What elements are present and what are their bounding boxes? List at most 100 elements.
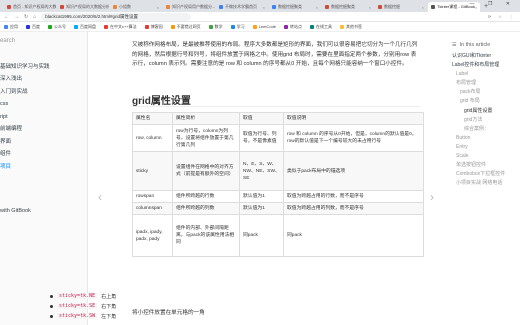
toc-item[interactable]: 综合案例：	[440, 125, 520, 134]
table-cell: 取值为跨越占用的列数，而不是序号	[283, 202, 424, 215]
bookmark-item[interactable]: 公众号	[48, 24, 66, 30]
toc-item[interactable]: Label控件和布局管理	[440, 61, 520, 70]
bookmark-item[interactable]: 学习	[230, 24, 245, 30]
table-cell: 组件所跨越的行数	[172, 190, 240, 203]
toc-item[interactable]: grid方法	[440, 116, 520, 125]
gitbook-footer-link[interactable]: with GitBook	[0, 208, 31, 214]
table-of-contents: ☰ In this article 认识GUI和Tkinter Label控件和布局…	[440, 32, 520, 325]
sidebar-item[interactable]: 深入浅出	[0, 73, 87, 86]
table-cell: 同pack	[239, 214, 284, 257]
bookmark-label: 不要错过网页	[176, 23, 201, 29]
bookmark-label: 在中文c++算法	[110, 23, 137, 29]
table-header-cell: 取值说明	[283, 112, 424, 125]
toc-item[interactable]: 单选按钮控件	[440, 161, 520, 170]
sidebar-item[interactable]: ript	[0, 111, 87, 124]
table-cell: rowspan	[132, 190, 173, 203]
table-header-cell: 属性名	[132, 112, 173, 125]
table-row: sticky 设置组件在网格中的对齐方式（前提是有额外的空间） N、E、S、W、…	[132, 151, 424, 191]
sidebar-search[interactable]: earch	[0, 32, 87, 48]
window-controls[interactable]: — ❐ ✕	[470, 1, 516, 7]
sidebar-item[interactable]: 基础知识学习与实践	[0, 61, 87, 74]
bookmark-favicon-icon	[104, 24, 108, 29]
inline-code: sticky=tk.SW	[57, 313, 98, 319]
sidebar-item[interactable]: 项目	[0, 161, 87, 174]
sidebar-item[interactable]: 前端编程	[0, 123, 87, 136]
sidebar-item[interactable]: 入门到实战	[0, 86, 87, 99]
bookmark-item[interactable]: 应用	[4, 24, 18, 30]
bookmark-item[interactable]: 博客园	[144, 24, 163, 30]
table-row: rowspan 组件所跨越的行数 默认值为1 取值为跨越占用的行数，而不是序号	[132, 190, 424, 203]
tab-close-icon[interactable]: ×	[263, 5, 265, 10]
toc-item[interactable]: 小项目实战 网络电话	[440, 179, 520, 188]
back-icon[interactable]: ←	[4, 14, 9, 20]
tab-favicon-icon	[113, 5, 117, 9]
browser-tab-strip: 首页 - 知识产权局的大数据分析...×知识产权局的大数据分析×小组数×知识产权…	[0, 0, 520, 12]
browser-tab[interactable]: 首页 - 知识产权局的大数据分析...×	[4, 2, 56, 12]
toc-item[interactable]: Scale	[440, 152, 520, 161]
bookmark-item[interactable]: 在中文c++算法	[104, 24, 137, 30]
toc-item[interactable]: Button	[440, 134, 520, 143]
browser-tab[interactable]: 数据挖掘 ×	[375, 2, 427, 12]
bookmark-label: 百度	[32, 23, 40, 29]
bookmark-item[interactable]: 数学	[208, 24, 223, 30]
toc-item[interactable]: grid 布局	[440, 97, 520, 106]
tab-close-icon[interactable]: ×	[316, 5, 318, 10]
url-field[interactable]: blackcat1995.com/2020/6/2.html#grid属性设置	[41, 12, 192, 21]
bullet-icon	[50, 314, 53, 318]
tab-label: 知识产权局的大数据分析	[66, 4, 109, 9]
toc-item[interactable]: grid属性设置	[440, 107, 520, 116]
sidebar-item[interactable]: css	[0, 98, 87, 111]
tab-favicon-icon	[378, 5, 382, 9]
table-cell: 取值为跨越占用的行数，而不是序号	[283, 190, 424, 203]
bookmark-item[interactable]: 百度	[26, 24, 40, 30]
tab-close-icon[interactable]: ×	[422, 5, 424, 10]
bookmark-item[interactable]: 其他书签	[340, 24, 362, 30]
browser-tab[interactable]: 不做技术学霸首页 ×	[216, 2, 268, 12]
bookmarks-bar: 应用 百度 公众号 百度网盘 在中文c++算法 博客园 不要错过网页 数学 学习 LeetCode…	[0, 22, 520, 32]
toc-item[interactable]: 认识GUI和Tkinter	[440, 52, 520, 61]
bookmark-item[interactable]: 不要错过网页	[170, 23, 201, 30]
toc-item[interactable]: 布局管理	[440, 79, 520, 88]
forward-icon[interactable]: →	[14, 14, 19, 20]
bookmark-item[interactable]: LeetCode	[252, 24, 276, 29]
browser-tab[interactable]: 数据挖掘聚类 ×	[322, 2, 374, 12]
toc-item[interactable]: Entry	[440, 143, 520, 152]
browser-tab[interactable]: 知识产权局的大数据分析×	[57, 2, 109, 12]
browser-actions[interactable]: ⟳ ☆ ⋮	[488, 14, 516, 19]
bookmark-favicon-icon	[310, 24, 315, 29]
browser-tab[interactable]: 知识产权局用户数据分...×	[163, 2, 215, 12]
toc-item[interactable]: Label	[440, 70, 520, 79]
reload-icon[interactable]: ↻	[24, 14, 28, 20]
table-cell: sticky	[132, 151, 173, 191]
corner-placement-text: 将小控件放置在单元格的一角	[132, 310, 205, 316]
bookmark-item[interactable]: 转站点	[284, 24, 302, 30]
table-row: columnspan 组件所跨越的列数 默认值为1 取值为跨越占用的列数，而不是…	[132, 202, 424, 215]
sidebar-item[interactable]	[0, 48, 87, 61]
bookmark-item[interactable]: 在线工具	[310, 24, 332, 30]
article-content: 又被称作网格布局，是最被推荐使用的布局。程序大多数都是矩形的界面，我们可以很容易…	[88, 32, 440, 325]
tab-label: 数据挖掘	[384, 4, 400, 9]
tab-label: 不做技术学霸首页	[225, 4, 257, 9]
browser-tab[interactable]: 数据挖掘聚类 ×	[269, 2, 321, 12]
browser-tab[interactable]: 小组数 ×	[110, 2, 162, 12]
bookmark-favicon-icon	[284, 24, 289, 29]
bookmark-item[interactable]: 百度网盘	[74, 24, 96, 30]
tab-close-icon[interactable]: ×	[157, 5, 159, 10]
toc-item[interactable]: Combobox下拉框控件	[440, 170, 520, 179]
sidebar-item[interactable]: 界面	[0, 136, 87, 149]
bookmark-label: 在线工具	[316, 23, 333, 29]
sidebar-item[interactable]: 组件	[0, 148, 87, 161]
table-header-cell: 取值	[239, 112, 284, 125]
bullet-icon	[50, 294, 53, 298]
table-cell: N、E、S、W、NW、NE、SW、SE	[239, 151, 284, 191]
intro-paragraph: 又被称作网格布局，是最被推荐使用的布局。程序大多数都是矩形的界面，我们可以很容易…	[132, 42, 418, 67]
home-icon[interactable]: ⌂	[33, 14, 36, 20]
table-row: ipadx, ipady, padx, pady 组件的内部、外部间隔距离，与p…	[132, 214, 424, 257]
section-heading: grid属性设置	[132, 96, 191, 107]
table-header-cell: 属性简析	[172, 112, 240, 125]
toc-item[interactable]: pack布局	[440, 88, 520, 97]
table-cell: 默认值为1	[239, 190, 284, 203]
tab-favicon-icon	[325, 5, 329, 9]
tab-favicon-icon	[166, 5, 170, 9]
tab-close-icon[interactable]: ×	[369, 5, 371, 10]
